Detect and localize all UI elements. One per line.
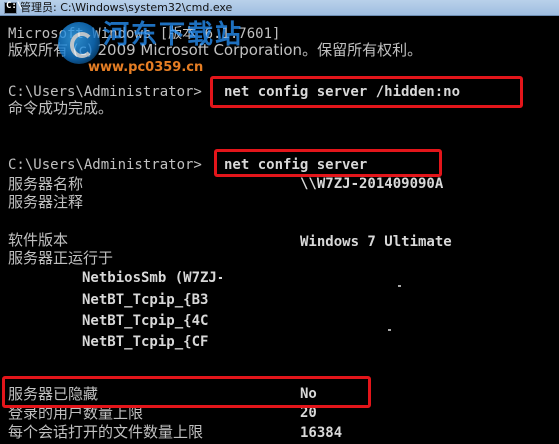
running-on-label: 服务器正运行于 xyxy=(8,249,114,267)
cmd-window: C:\ 管理员: C:\Windows\system32\cmd.exe Mic… xyxy=(0,0,559,444)
command-1-result: 命令成功完成。 xyxy=(8,99,114,117)
artifact-mark xyxy=(398,285,401,287)
cmd-icon: C:\ xyxy=(4,1,22,14)
watermark-logo-icon xyxy=(58,22,100,64)
highlight-box-command-1 xyxy=(210,76,523,108)
window-title: 管理员: C:\Windows\system32\cmd.exe xyxy=(20,1,233,14)
transport-item: NetBT_Tcpip_{4C xyxy=(82,313,209,329)
highlight-box-command-2 xyxy=(214,149,442,177)
watermark-text: 河东下载站 xyxy=(103,20,244,50)
server-name-value: \\W7ZJ-201409090A xyxy=(300,176,444,192)
prompt-2: C:\Users\Administrator> xyxy=(8,157,202,173)
transport-item: NetBT_Tcpip_{B3 xyxy=(82,292,209,308)
server-name-label: 服务器名称 xyxy=(8,175,84,193)
title-bar[interactable]: C:\ 管理员: C:\Windows\system32\cmd.exe xyxy=(0,0,559,16)
watermark-url: www.pc0359.cn xyxy=(88,60,204,75)
artifact-mark xyxy=(388,329,391,331)
max-files-label: 每个会话打开的文件数量上限 xyxy=(8,423,204,441)
highlight-box-hidden xyxy=(2,376,371,408)
obscured-region xyxy=(222,266,559,348)
prompt-1: C:\Users\Administrator> xyxy=(8,84,202,100)
server-comment-label: 服务器注释 xyxy=(8,193,84,211)
transport-item: NetBT_Tcpip_{CF xyxy=(82,334,209,350)
software-version-label: 软件版本 xyxy=(8,231,69,249)
software-version-value: Windows 7 Ultimate xyxy=(300,234,452,250)
max-files-value: 16384 xyxy=(300,425,343,441)
